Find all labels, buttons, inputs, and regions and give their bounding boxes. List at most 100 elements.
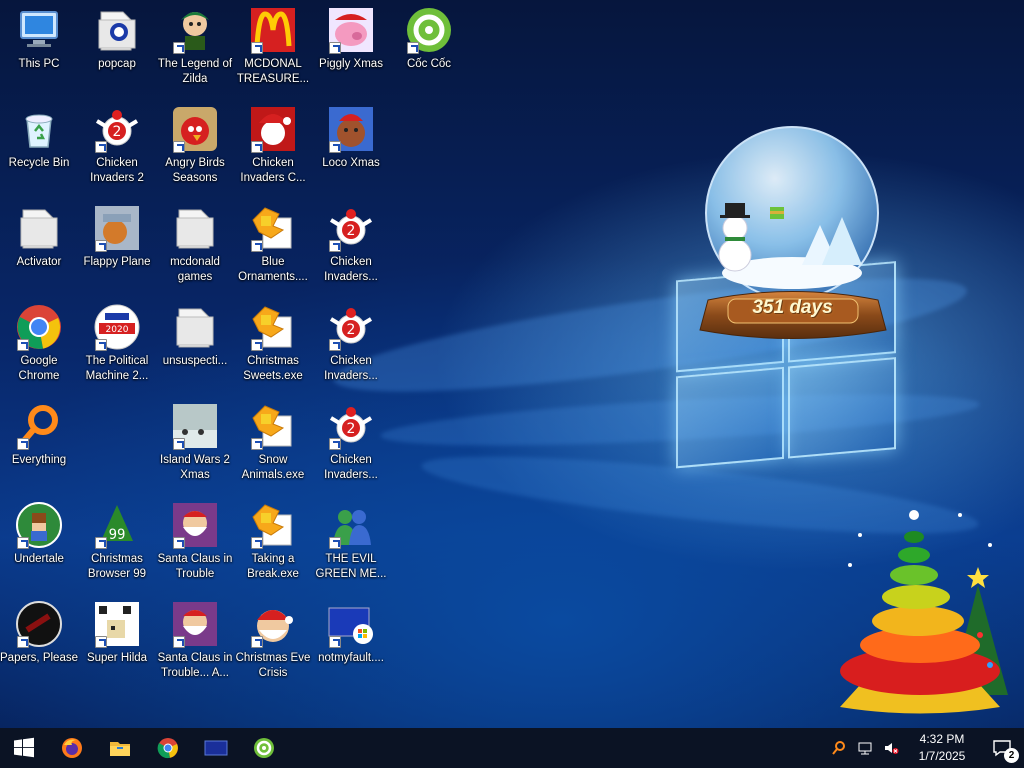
chicken-invaders-icon: 2 bbox=[327, 204, 375, 252]
desktop-icon[interactable]: MCDONAL TREASURE... bbox=[234, 2, 312, 92]
desktop-icon[interactable]: Angry Birds Seasons bbox=[156, 101, 234, 191]
recycle-bin-icon bbox=[15, 105, 63, 153]
desktop-icon[interactable]: 2 Chicken Invaders... bbox=[312, 299, 390, 389]
svg-text:2: 2 bbox=[347, 322, 356, 338]
clock[interactable]: 4:32 PM 1/7/2025 bbox=[904, 728, 980, 768]
shortcut-arrow-icon bbox=[173, 141, 185, 153]
desktop-icon[interactable]: Super Hilda bbox=[78, 596, 156, 686]
chicken-invaders-icon: 2 bbox=[327, 402, 375, 450]
file-explorer-button[interactable] bbox=[96, 728, 144, 768]
shortcut-arrow-icon bbox=[251, 42, 263, 54]
desktop-icon[interactable]: Piggly Xmas bbox=[312, 2, 390, 92]
shortcut-arrow-icon bbox=[173, 537, 185, 549]
shortcut-arrow-icon bbox=[17, 438, 29, 450]
desktop-icon[interactable]: 2020 The Political Machine 2... bbox=[78, 299, 156, 389]
desktop-icon[interactable]: Island Wars 2 Xmas bbox=[156, 398, 234, 488]
desktop-icon-label: Everything bbox=[11, 454, 67, 466]
piggly-icon bbox=[327, 6, 375, 54]
mcdonalds-icon bbox=[249, 6, 297, 54]
desktop-icon[interactable]: Activator bbox=[0, 200, 78, 290]
desktop-icon[interactable]: Chicken Invaders C... bbox=[234, 101, 312, 191]
firefox-button[interactable] bbox=[48, 728, 96, 768]
shortcut-arrow-icon bbox=[173, 636, 185, 648]
desktop-icon[interactable]: Santa Claus in Trouble... A... bbox=[156, 596, 234, 686]
desktop-icon-label: Activator bbox=[16, 256, 62, 268]
political-machine-icon: 2020 bbox=[93, 303, 141, 351]
desktop-icon[interactable]: The Legend of Zilda bbox=[156, 2, 234, 92]
desktop-icon[interactable]: This PC bbox=[0, 2, 78, 92]
papers-please-icon bbox=[15, 600, 63, 648]
popcap-folder-icon bbox=[93, 6, 141, 54]
start-button[interactable] bbox=[0, 728, 48, 768]
puzzle-exe-icon bbox=[249, 402, 297, 450]
desktop-icon-label: Undertale bbox=[14, 553, 64, 565]
shortcut-arrow-icon bbox=[95, 240, 107, 252]
svg-text:2: 2 bbox=[113, 124, 122, 140]
desktop-icon-label: unsuspecti... bbox=[162, 355, 228, 367]
desktop-icon-label: Santa Claus in Trouble bbox=[157, 553, 233, 580]
shortcut-arrow-icon bbox=[329, 240, 341, 252]
desktop-icon[interactable]: Blue Ornaments.... bbox=[234, 200, 312, 290]
chicken-invaders-icon: 2 bbox=[93, 105, 141, 153]
christmas-tree-decoration bbox=[830, 495, 1020, 727]
clock-date: 1/7/2025 bbox=[918, 749, 966, 763]
chrome-button[interactable] bbox=[144, 728, 192, 768]
notmyfault-icon bbox=[327, 600, 375, 648]
coc-coc-button[interactable] bbox=[240, 728, 288, 768]
volume-muted-icon[interactable] bbox=[878, 728, 904, 768]
desktop-icon-label: THE EVIL GREEN ME... bbox=[315, 553, 387, 580]
desktop-icon[interactable]: Taking a Break.exe bbox=[234, 497, 312, 587]
desktop-icon[interactable]: unsuspecti... bbox=[156, 299, 234, 389]
desktop-icon-label: Super Hilda bbox=[86, 652, 148, 664]
desktop-icon[interactable]: 2 Chicken Invaders... bbox=[312, 200, 390, 290]
desktop-icon[interactable]: 99 Christmas Browser 99 bbox=[78, 497, 156, 587]
desktop-icon[interactable]: popcap bbox=[78, 2, 156, 92]
desktop-icon[interactable]: notmyfault.... bbox=[312, 596, 390, 686]
desktop-icon-label: Chicken Invaders... bbox=[324, 355, 378, 382]
notification-center-button[interactable]: 2 bbox=[980, 728, 1024, 768]
shortcut-arrow-icon bbox=[329, 339, 341, 351]
firefox-icon bbox=[62, 738, 82, 758]
flappy-plane-icon bbox=[93, 204, 141, 252]
desktop-icon[interactable]: Christmas Eve Crisis bbox=[234, 596, 312, 686]
desktop-icon-label: Snow Animals.exe bbox=[241, 454, 305, 481]
folder-icon bbox=[110, 742, 130, 756]
desktop-icon-label: Chicken Invaders C... bbox=[240, 157, 306, 184]
tray-search-icon[interactable] bbox=[826, 728, 852, 768]
snow-globe-widget[interactable]: 351 days bbox=[690, 125, 895, 340]
desktop-icon[interactable]: Cốc Cốc bbox=[390, 2, 468, 92]
desktop-icon[interactable]: Undertale bbox=[0, 497, 78, 587]
desktop-icon[interactable]: Flappy Plane bbox=[78, 200, 156, 290]
chicken-invaders-icon: 2 bbox=[327, 303, 375, 351]
chrome-icon bbox=[15, 303, 63, 351]
desktop-icon-label: This PC bbox=[18, 58, 60, 70]
desktop-icon[interactable]: mcdonald games bbox=[156, 200, 234, 290]
shortcut-arrow-icon bbox=[251, 537, 263, 549]
desktop-icon[interactable]: Santa Claus in Trouble bbox=[156, 497, 234, 587]
desktop-icon[interactable]: Loco Xmas bbox=[312, 101, 390, 191]
network-icon[interactable] bbox=[852, 728, 878, 768]
desktop-icon[interactable]: Papers, Please bbox=[0, 596, 78, 686]
shortcut-arrow-icon bbox=[329, 42, 341, 54]
svg-text:99: 99 bbox=[109, 527, 126, 543]
puzzle-exe-icon bbox=[249, 204, 297, 252]
desktop-icon[interactable]: Christmas Sweets.exe bbox=[234, 299, 312, 389]
desktop-icon[interactable]: Recycle Bin bbox=[0, 101, 78, 191]
svg-text:2: 2 bbox=[347, 223, 356, 239]
shortcut-arrow-icon bbox=[95, 339, 107, 351]
shortcut-arrow-icon bbox=[329, 537, 341, 549]
desktop-icon[interactable]: Snow Animals.exe bbox=[234, 398, 312, 488]
desktop-icon[interactable]: 2 Chicken Invaders... bbox=[312, 398, 390, 488]
chicken-invaders-xmas-icon bbox=[249, 105, 297, 153]
window-button[interactable] bbox=[192, 728, 240, 768]
desktop-icon-label: Chicken Invaders 2 bbox=[90, 157, 144, 184]
folder-icon bbox=[171, 204, 219, 252]
chrome-icon bbox=[157, 738, 178, 759]
desktop-icon[interactable]: Google Chrome bbox=[0, 299, 78, 389]
windows-icon bbox=[14, 737, 34, 758]
desktop-icon[interactable]: Everything bbox=[0, 398, 78, 488]
desktop-icon[interactable]: THE EVIL GREEN ME... bbox=[312, 497, 390, 587]
desktop-icon[interactable]: 2 Chicken Invaders 2 bbox=[78, 101, 156, 191]
desktop-icon-label: Chicken Invaders... bbox=[324, 256, 378, 283]
coc-coc-icon bbox=[405, 6, 453, 54]
